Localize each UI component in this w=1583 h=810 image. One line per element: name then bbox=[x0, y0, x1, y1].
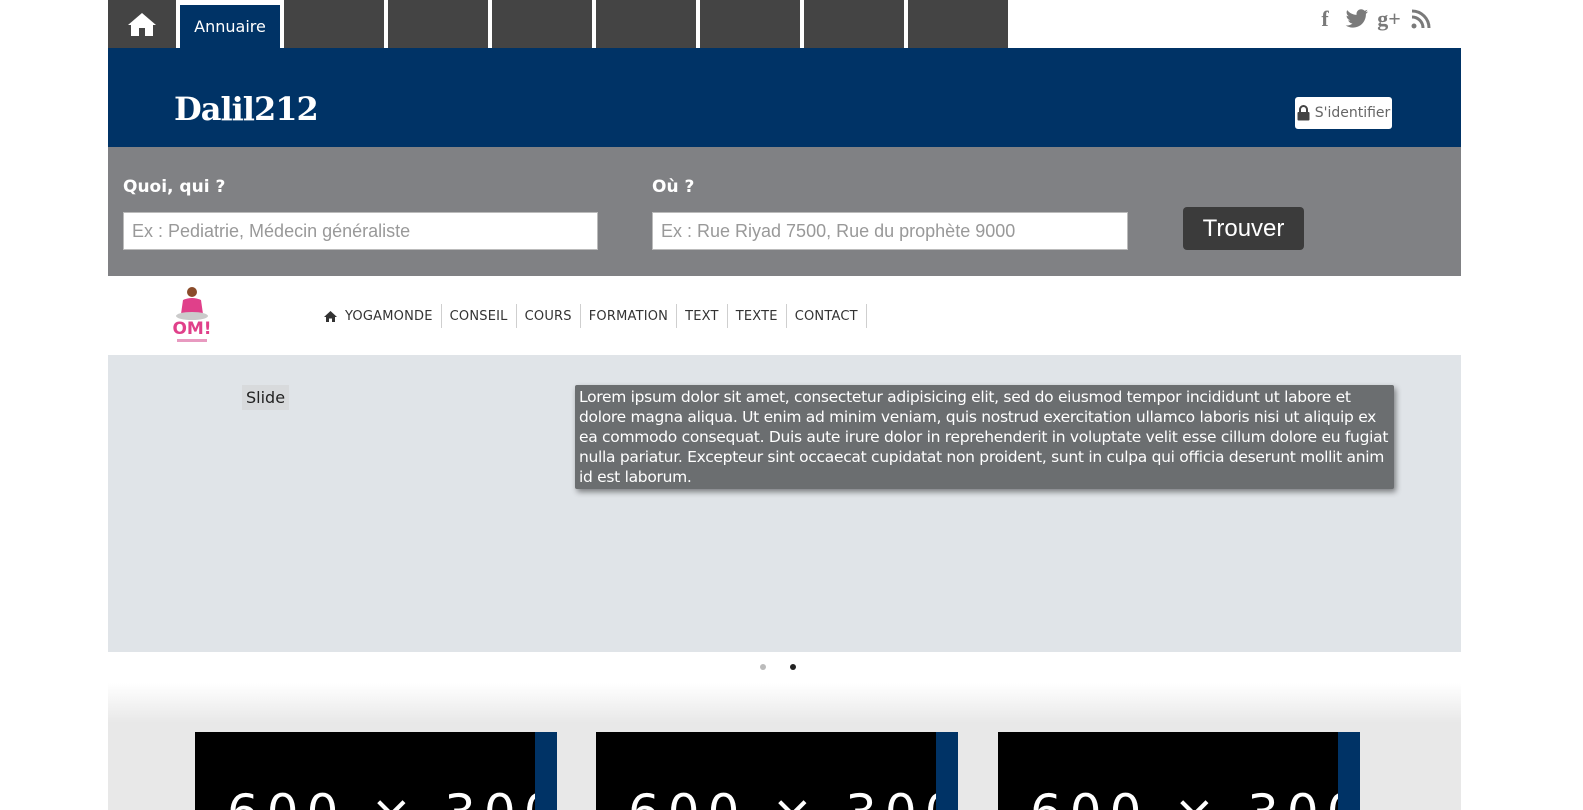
menu-label: COURS bbox=[524, 308, 572, 324]
login-button[interactable]: S'identifier bbox=[1295, 97, 1392, 129]
image-placeholder: 600 × 300 bbox=[628, 784, 958, 810]
featured-section: 600 × 300 600 × 300 600 × 300 bbox=[108, 683, 1461, 810]
menu-label: FORMATION bbox=[588, 308, 669, 324]
brand-logo[interactable]: Dalil212 bbox=[174, 90, 319, 128]
feature-card[interactable]: 600 × 300 bbox=[596, 732, 958, 810]
menu-item-texte[interactable]: TEXTE bbox=[728, 304, 787, 328]
main-menu: YOGAMONDE CONSEIL COURS FORMATION TEXT T… bbox=[316, 304, 867, 328]
card-stripe bbox=[936, 732, 958, 810]
what-input[interactable]: Ex : Pediatrie, Médecin généraliste bbox=[123, 212, 598, 250]
search-bar: Quoi, qui ? Ex : Pediatrie, Médecin géné… bbox=[108, 147, 1461, 276]
what-label: Quoi, qui ? bbox=[123, 177, 226, 197]
slider-dot-active[interactable] bbox=[790, 664, 796, 670]
home-icon bbox=[128, 13, 156, 36]
rss-icon[interactable] bbox=[1409, 6, 1433, 32]
tab-empty[interactable] bbox=[492, 0, 592, 48]
login-label: S'identifier bbox=[1314, 105, 1391, 121]
google-plus-icon[interactable]: g+ bbox=[1377, 6, 1401, 32]
menu-label: CONSEIL bbox=[449, 308, 508, 324]
home-tab[interactable] bbox=[108, 0, 176, 48]
tab-annuaire[interactable]: Annuaire bbox=[180, 0, 280, 48]
top-bar: Annuaire f g+ bbox=[108, 0, 1461, 48]
tab-empty[interactable] bbox=[388, 0, 488, 48]
where-input[interactable]: Ex : Rue Riyad 7500, Rue du prophète 900… bbox=[652, 212, 1128, 250]
menu-item-yogamonde[interactable]: YOGAMONDE bbox=[316, 304, 442, 328]
site-header: Dalil212 S'identifier bbox=[108, 48, 1461, 147]
menu-item-conseil[interactable]: CONSEIL bbox=[442, 304, 517, 328]
menu-item-text[interactable]: TEXT bbox=[677, 304, 728, 328]
menu-label: TEXTE bbox=[735, 308, 778, 324]
feature-card[interactable]: 600 × 300 bbox=[195, 732, 557, 810]
tab-empty[interactable] bbox=[700, 0, 800, 48]
image-placeholder: 600 × 300 bbox=[227, 784, 557, 810]
lock-icon bbox=[1297, 105, 1310, 121]
slide-caption: Lorem ipsum dolor sit amet, consectetur … bbox=[575, 385, 1394, 489]
tab-empty[interactable] bbox=[284, 0, 384, 48]
menu-item-contact[interactable]: CONTACT bbox=[787, 304, 867, 328]
tab-empty[interactable] bbox=[596, 0, 696, 48]
tab-empty[interactable] bbox=[908, 0, 1008, 48]
slide-label: Slide bbox=[242, 385, 290, 410]
svg-text:OM!: OM! bbox=[172, 319, 211, 339]
social-links: f g+ bbox=[1313, 6, 1433, 32]
tab-annuaire-label: Annuaire bbox=[194, 17, 266, 36]
menu-label: CONTACT bbox=[794, 308, 858, 324]
yoga-logo[interactable]: OM! bbox=[171, 284, 213, 346]
menu-label: YOGAMONDE bbox=[345, 308, 433, 324]
slider-dots bbox=[760, 664, 796, 670]
menu-label: TEXT bbox=[685, 308, 719, 324]
tab-empty[interactable] bbox=[804, 0, 904, 48]
card-stripe bbox=[1338, 732, 1360, 810]
hero-slider[interactable]: Slide Lorem ipsum dolor sit amet, consec… bbox=[108, 355, 1461, 652]
top-tabs: Annuaire bbox=[108, 0, 1012, 48]
twitter-icon[interactable] bbox=[1345, 6, 1369, 32]
facebook-icon[interactable]: f bbox=[1313, 6, 1337, 32]
menu-item-formation[interactable]: FORMATION bbox=[581, 304, 678, 328]
feature-card[interactable]: 600 × 300 bbox=[998, 732, 1360, 810]
find-button[interactable]: Trouver bbox=[1183, 207, 1304, 250]
image-placeholder: 600 × 300 bbox=[1030, 784, 1360, 810]
home-icon bbox=[324, 310, 337, 322]
page: Annuaire f g+ Dalil212 S'identifier Quoi… bbox=[0, 0, 1583, 810]
menu-item-cours[interactable]: COURS bbox=[517, 304, 581, 328]
site-nav: OM! YOGAMONDE CONSEIL COURS FORMATION TE… bbox=[108, 276, 1461, 355]
card-stripe bbox=[535, 732, 557, 810]
where-label: Où ? bbox=[652, 177, 695, 197]
slider-dot[interactable] bbox=[760, 664, 766, 670]
